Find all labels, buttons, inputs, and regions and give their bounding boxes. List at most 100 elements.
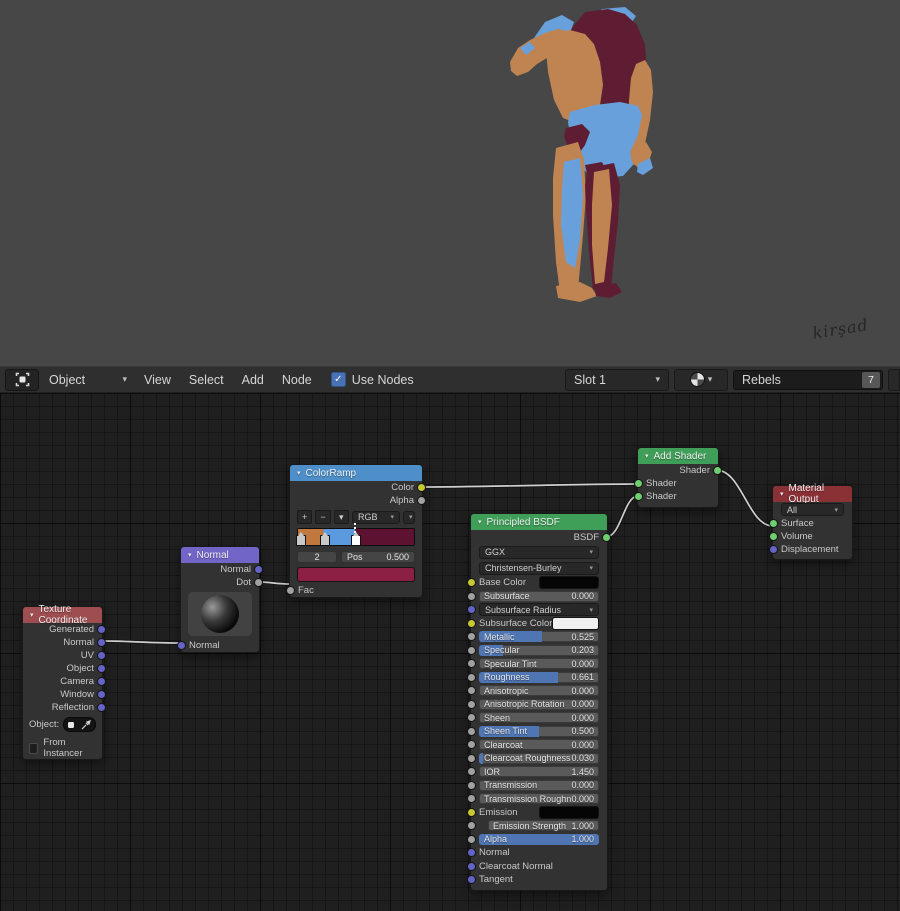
header-cutoff-button[interactable] — [888, 369, 900, 391]
collapse-triangle-icon[interactable]: ▾ — [645, 452, 649, 460]
node-add-shader[interactable]: ▾ Add Shader Shader Shader Shader — [637, 447, 719, 508]
socket-in[interactable] — [467, 632, 476, 641]
value-slider[interactable]: Specular0.203 — [479, 645, 599, 656]
socket-out[interactable] — [97, 677, 106, 686]
ramp-stop-handle-0[interactable] — [296, 535, 306, 546]
socket-out[interactable] — [97, 638, 106, 647]
node-header[interactable]: ▾ Add Shader — [638, 448, 718, 464]
color-swatch[interactable] — [552, 617, 599, 630]
collapse-triangle-icon[interactable]: ▾ — [30, 611, 34, 619]
socket-in[interactable] — [467, 673, 476, 682]
socket-in[interactable] — [769, 545, 778, 554]
value-slider[interactable]: IOR1.450 — [479, 766, 599, 777]
node-principled-bsdf[interactable]: ▾ Principled BSDF BSDF GGX▾ Christensen-… — [470, 513, 608, 891]
collapse-triangle-icon[interactable]: ▾ — [297, 469, 301, 477]
menu-select[interactable]: Select — [180, 373, 233, 387]
delete-stop-button[interactable]: − — [315, 510, 330, 524]
value-slider[interactable]: Roughness0.661 — [479, 672, 599, 683]
socket-shader-in-2[interactable] — [634, 492, 643, 501]
color-mode-dropdown[interactable]: RGB▾ — [352, 511, 400, 524]
ramp-stop-handle-2[interactable] — [351, 535, 361, 546]
socket-in[interactable] — [467, 646, 476, 655]
bsdf-row-tangent[interactable]: Tangent — [471, 873, 607, 887]
socket-in[interactable] — [467, 578, 476, 587]
interpolation-dropdown[interactable]: Constant▾ — [403, 511, 415, 524]
socket-in[interactable] — [467, 713, 476, 722]
socket-out[interactable] — [97, 690, 106, 699]
value-slider[interactable]: Sheen0.000 — [479, 712, 599, 723]
bsdf-row-emission[interactable]: Emission — [471, 806, 607, 820]
normal-direction-widget[interactable] — [188, 592, 252, 636]
color-swatch[interactable] — [539, 806, 599, 819]
socket-normal-out[interactable] — [254, 565, 263, 574]
menu-add[interactable]: Add — [233, 373, 273, 387]
socket-out[interactable] — [97, 703, 106, 712]
material-users-count[interactable]: 7 — [862, 372, 880, 388]
active-stop-color-swatch[interactable] — [297, 567, 415, 582]
node-header[interactable]: ▾ ColorRamp — [290, 465, 422, 481]
bsdf-row-transmission-roughness[interactable]: Transmission Roughness0.000 — [471, 792, 607, 806]
value-slider[interactable]: Specular Tint0.000 — [479, 658, 599, 669]
bsdf-row-sheen-tint[interactable]: Sheen Tint0.500 — [471, 725, 607, 739]
socket-in[interactable] — [467, 619, 476, 628]
socket-bsdf-out[interactable] — [602, 533, 611, 542]
socket-in[interactable] — [467, 700, 476, 709]
node-normal[interactable]: ▾ Normal Normal Dot Normal — [180, 546, 260, 653]
socket-out[interactable] — [97, 664, 106, 673]
socket-in[interactable] — [467, 592, 476, 601]
value-slider[interactable]: Transmission0.000 — [479, 780, 599, 791]
socket-in[interactable] — [467, 875, 476, 884]
node-header[interactable]: ▾ Material Output — [773, 486, 852, 502]
subsurface-method-dropdown[interactable]: Christensen-Burley▾ — [479, 562, 599, 575]
browse-material-button[interactable]: ▾ — [674, 369, 728, 391]
socket-in[interactable] — [467, 767, 476, 776]
value-slider[interactable]: Sheen Tint0.500 — [479, 726, 599, 737]
bsdf-row-anisotropic-rotation[interactable]: Anisotropic Rotation0.000 — [471, 698, 607, 712]
socket-alpha-out[interactable] — [417, 496, 426, 505]
bsdf-row-subsurface[interactable]: Subsurface0.000 — [471, 590, 607, 604]
normal-sphere[interactable] — [201, 595, 239, 633]
value-slider[interactable]: Anisotropic Rotation0.000 — [479, 699, 599, 710]
distribution-dropdown[interactable]: GGX▾ — [479, 546, 599, 559]
collapse-triangle-icon[interactable]: ▾ — [478, 518, 482, 526]
socket-in[interactable] — [467, 605, 476, 614]
color-ramp-bar[interactable] — [297, 528, 415, 546]
menu-node[interactable]: Node — [273, 373, 321, 387]
bsdf-row-base-color[interactable]: Base Color — [471, 576, 607, 590]
viewport-3d[interactable]: kirşad — [0, 0, 900, 366]
node-texture-coordinate[interactable]: ▾ Texture Coordinate GeneratedNormalUVOb… — [22, 606, 103, 760]
add-stop-button[interactable]: + — [297, 510, 312, 524]
node-header[interactable]: ▾ Normal — [181, 547, 259, 563]
socket-in[interactable] — [467, 686, 476, 695]
value-slider[interactable]: Alpha1.000 — [479, 834, 599, 845]
socket-in[interactable] — [467, 835, 476, 844]
material-slot-dropdown[interactable]: Slot 1 ▾ — [565, 369, 669, 391]
bsdf-row-metallic[interactable]: Metallic0.525 — [471, 630, 607, 644]
bsdf-row-normal[interactable]: Normal — [471, 846, 607, 860]
socket-shader-in-1[interactable] — [634, 479, 643, 488]
socket-in[interactable] — [467, 848, 476, 857]
bsdf-row-alpha[interactable]: Alpha1.000 — [471, 833, 607, 847]
bsdf-row-clearcoat-roughness[interactable]: Clearcoat Roughness0.030 — [471, 752, 607, 766]
bsdf-row-specular[interactable]: Specular0.203 — [471, 644, 607, 658]
socket-shader-out[interactable] — [713, 466, 722, 475]
node-header[interactable]: ▾ Texture Coordinate — [23, 607, 102, 623]
from-instancer-checkbox[interactable] — [29, 743, 38, 754]
node-editor-canvas[interactable]: ▾ Texture Coordinate GeneratedNormalUVOb… — [0, 393, 900, 911]
bsdf-row-subsurface-color[interactable]: Subsurface Color — [471, 617, 607, 631]
value-slider[interactable]: Emission Strength1.000 — [488, 820, 599, 831]
socket-out[interactable] — [97, 625, 106, 634]
bsdf-row-clearcoat-normal[interactable]: Clearcoat Normal — [471, 860, 607, 874]
socket-color-out[interactable] — [417, 483, 426, 492]
from-instancer-row[interactable]: From Instancer — [23, 732, 102, 759]
bsdf-row-emission-strength[interactable]: Emission Strength1.000 — [471, 819, 607, 833]
socket-fac-in[interactable] — [286, 586, 295, 595]
collapse-triangle-icon[interactable]: ▾ — [780, 490, 784, 498]
socket-out[interactable] — [97, 651, 106, 660]
value-slider[interactable]: Transmission Roughness0.000 — [479, 793, 599, 804]
socket-in[interactable] — [467, 781, 476, 790]
socket-in[interactable] — [467, 659, 476, 668]
menu-view[interactable]: View — [135, 373, 180, 387]
node-header[interactable]: ▾ Principled BSDF — [471, 514, 607, 530]
socket-in[interactable] — [467, 754, 476, 763]
